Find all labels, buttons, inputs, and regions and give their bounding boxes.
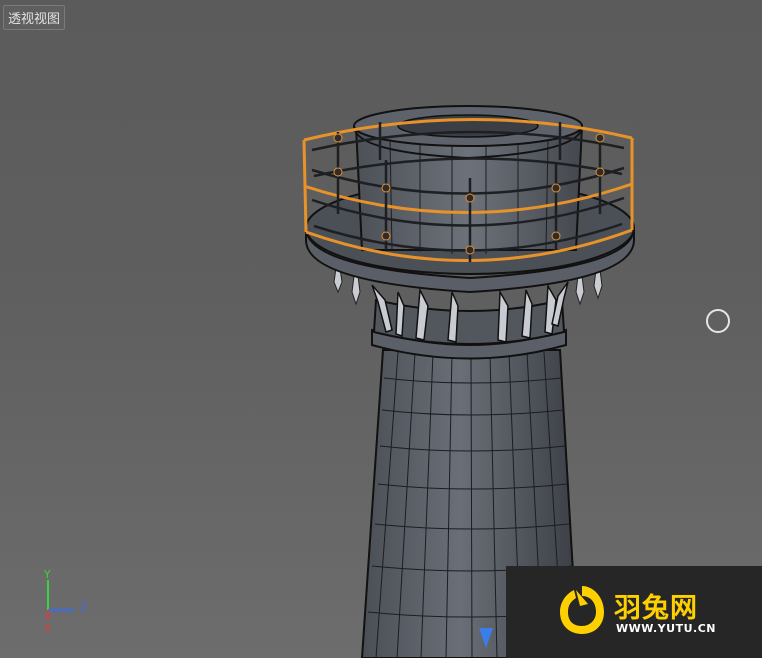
perspective-viewport[interactable]: 透视视图 Y Z X 羽兔网 WWW.YUTU.CN xyxy=(0,0,762,658)
nav-circle-icon[interactable] xyxy=(706,309,730,333)
axis-y-label: Y xyxy=(44,568,51,581)
axis-gizmo-icon: Y Z X xyxy=(40,568,100,638)
lighthouse-model[interactable] xyxy=(0,0,762,658)
watermark-url: WWW.YUTU.CN xyxy=(616,622,716,635)
watermark-title: 羽兔网 xyxy=(614,593,698,624)
axis-z-label: Z xyxy=(80,601,87,614)
watermark: 羽兔网 WWW.YUTU.CN xyxy=(506,566,762,658)
axis-x-label: X xyxy=(44,622,51,635)
triangle-down-icon xyxy=(479,628,493,648)
rabbit-logo-icon xyxy=(560,586,604,634)
viewport-label[interactable]: 透视视图 xyxy=(3,5,66,30)
